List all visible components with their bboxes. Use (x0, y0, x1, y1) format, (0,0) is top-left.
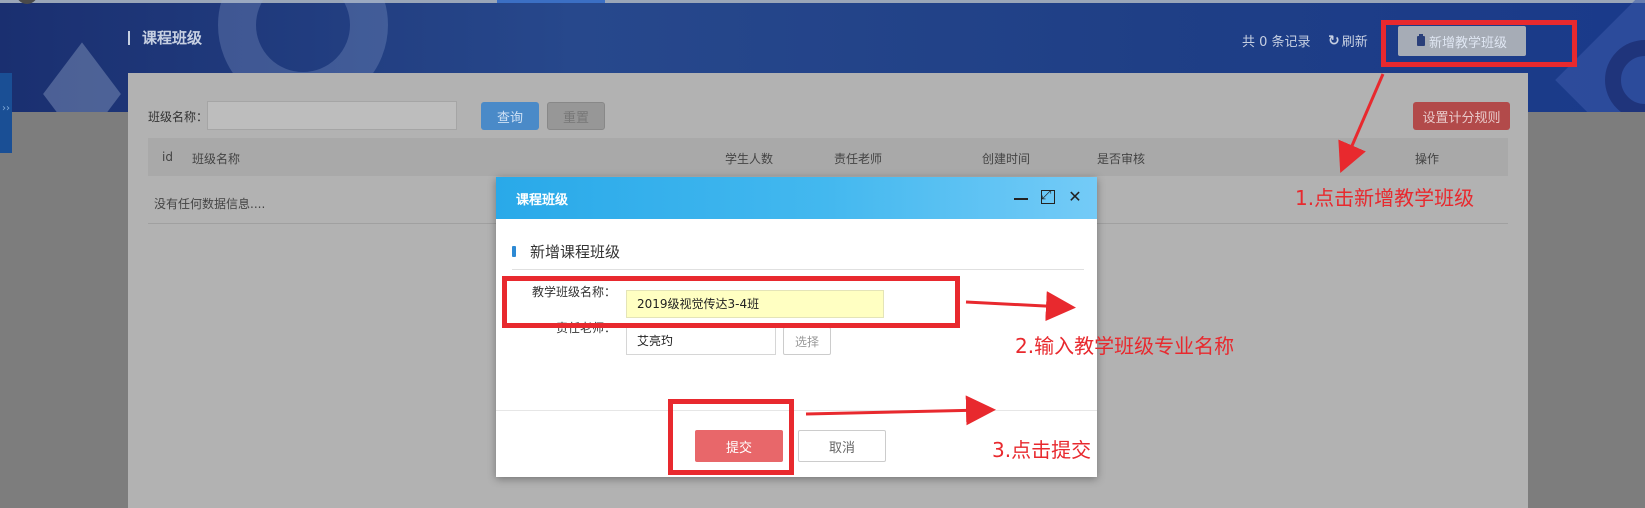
annotation-step1: 1.点击新增教学班级 (1295, 186, 1475, 210)
arrow-step1 (1338, 73, 1385, 174)
annotation-arrows (805, 73, 1385, 426)
arrow-step2 (965, 291, 1076, 322)
arrow-step3 (805, 395, 996, 426)
annotation-step3: 3.点击提交 (992, 438, 1092, 462)
annotation-step2: 2.输入教学班级专业名称 (1015, 334, 1235, 358)
